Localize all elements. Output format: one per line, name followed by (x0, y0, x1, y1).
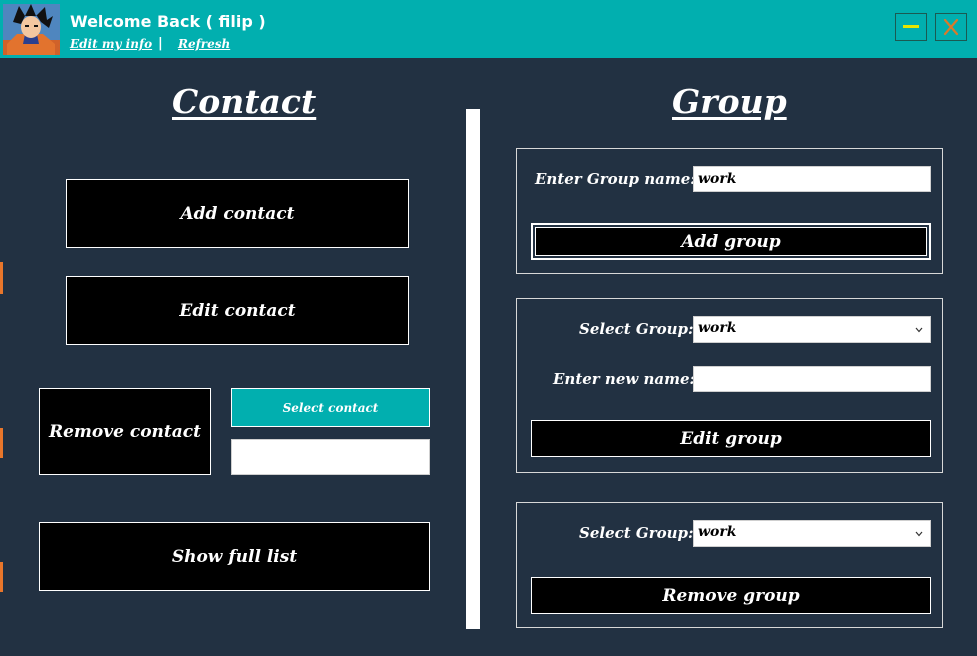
refresh-link[interactable]: Refresh (178, 37, 230, 51)
new-group-name-input[interactable] (693, 366, 931, 392)
edit-group-select[interactable]: work (693, 316, 931, 343)
remove-select-group-label: Select Group: (579, 524, 694, 542)
group-name-input[interactable] (693, 166, 931, 192)
edit-select-group-label: Select Group: (579, 320, 694, 338)
section-divider (466, 109, 480, 629)
add-group-button[interactable]: Add group (535, 227, 927, 256)
select-contact-button[interactable]: Select contact (231, 388, 430, 427)
remove-group-button[interactable]: Remove group (531, 577, 931, 614)
remove-contact-button[interactable]: Remove contact (39, 388, 211, 475)
remove-group-select[interactable]: work (693, 520, 931, 547)
close-icon (943, 18, 959, 36)
group-name-label: Enter Group name: (535, 170, 696, 188)
new-name-label: Enter new name: (553, 370, 696, 388)
edit-group-select-value: work (698, 320, 737, 336)
edit-contact-button[interactable]: Edit contact (66, 276, 409, 345)
add-group-button-frame: Add group (531, 223, 931, 260)
chevron-down-icon (915, 327, 923, 333)
link-separator: | (158, 36, 163, 51)
add-contact-button[interactable]: Add contact (66, 179, 409, 248)
title-bar: Welcome Back ( filip ) Edit my info | Re… (0, 0, 977, 58)
window-edge-accent (0, 428, 3, 458)
chevron-down-icon (915, 531, 923, 537)
window-edge-accent (0, 562, 3, 592)
minimize-icon (903, 25, 919, 28)
welcome-text: Welcome Back ( filip ) (70, 12, 266, 31)
edit-group-button[interactable]: Edit group (531, 420, 931, 457)
group-title: Group (672, 82, 787, 121)
selected-contact-field[interactable] (231, 439, 430, 475)
remove-group-select-value: work (698, 524, 737, 540)
edit-my-info-link[interactable]: Edit my info (70, 37, 152, 51)
window-edge-accent (0, 262, 3, 294)
show-full-list-button[interactable]: Show full list (39, 522, 430, 591)
minimize-button[interactable] (895, 13, 927, 41)
avatar (3, 4, 60, 55)
contact-title: Contact (172, 82, 317, 121)
close-button[interactable] (935, 13, 967, 41)
